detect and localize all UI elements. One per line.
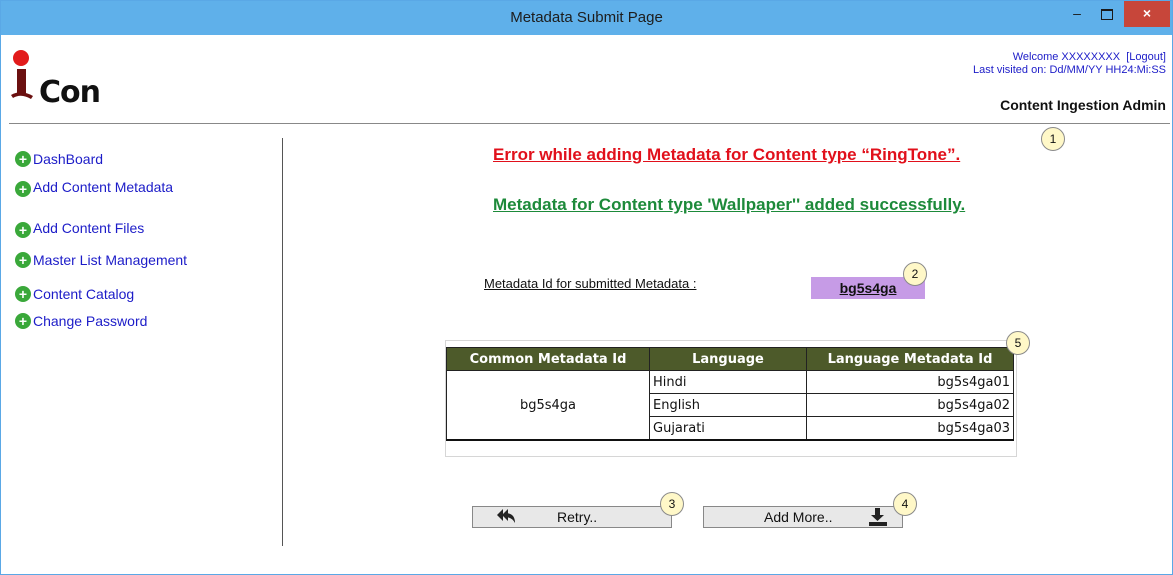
close-icon: ×	[1142, 5, 1152, 21]
retry-button[interactable]: Retry..	[472, 506, 672, 528]
download-icon	[868, 507, 888, 532]
maximize-button[interactable]	[1093, 1, 1121, 27]
plus-circle-icon: +	[15, 151, 31, 167]
success-message: Metadata for Content type 'Wallpaper'' a…	[493, 195, 966, 214]
language-cell: Hindi	[649, 370, 807, 394]
language-cell: Gujarati	[649, 416, 807, 441]
callout-badge: 1	[1041, 127, 1065, 151]
title-bar: Metadata Submit Page – ×	[1, 1, 1172, 35]
page-content: Con Welcome XXXXXXXX [Logout] Last visit…	[9, 35, 1170, 572]
metadata-table: Common Metadata Id Language Language Met…	[446, 347, 1014, 441]
plus-circle-icon: +	[15, 286, 31, 302]
add-more-button[interactable]: Add More..	[703, 506, 903, 528]
logout-link[interactable]: [Logout]	[1126, 51, 1166, 63]
language-cell: English	[649, 393, 807, 417]
callout-badge: 5	[1006, 331, 1030, 355]
plus-circle-icon: +	[15, 313, 31, 329]
maximize-icon	[1101, 8, 1113, 20]
sidebar-item-label: Add Content Metadata	[33, 179, 174, 195]
column-header: Common Metadata Id	[446, 347, 650, 371]
role-title: Content Ingestion Admin	[1000, 97, 1166, 113]
callout-badge: 2	[903, 262, 927, 286]
plus-circle-icon: +	[15, 222, 31, 238]
error-message: Error while adding Metadata for Content …	[493, 145, 961, 164]
column-header: Language Metadata Id	[806, 347, 1014, 371]
sidebar-item-label: Content Catalog	[33, 286, 135, 302]
close-button[interactable]: ×	[1124, 1, 1170, 27]
language-metadata-id-cell: bg5s4ga03	[806, 416, 1014, 441]
welcome-block: Welcome XXXXXXXX [Logout] Last visited o…	[973, 51, 1166, 77]
add-more-button-label: Add More..	[764, 509, 833, 525]
window-title: Metadata Submit Page	[510, 9, 663, 26]
reply-all-icon	[495, 507, 517, 530]
retry-button-label: Retry..	[557, 509, 598, 525]
language-metadata-id-cell: bg5s4ga01	[806, 370, 1014, 394]
language-metadata-id-cell: bg5s4ga02	[806, 393, 1014, 417]
sidebar-item-label: Change Password	[33, 313, 148, 329]
welcome-text: Welcome XXXXXXXX	[1012, 51, 1121, 63]
callout-badge: 4	[893, 492, 917, 516]
app-window: Metadata Submit Page – × Con Welcome XXX…	[0, 0, 1173, 575]
plus-circle-icon: +	[15, 252, 31, 268]
sidebar-item-label: DashBoard	[33, 151, 104, 167]
last-visited-text: Last visited on: Dd/MM/YY HH24:Mi:SS	[973, 64, 1166, 76]
sidebar-item-label: Add Content Files	[33, 220, 145, 236]
table-header-row: Common Metadata Id Language Language Met…	[446, 347, 1014, 371]
logo-text: Con	[39, 75, 101, 110]
callout-badge: 3	[660, 492, 684, 516]
sidebar-item-label: Master List Management	[33, 252, 188, 268]
metadata-id-label: Metadata Id for submitted Metadata :	[484, 276, 697, 291]
minimize-icon: –	[1073, 5, 1081, 21]
common-metadata-id-cell: bg5s4ga	[446, 370, 650, 441]
header-divider	[9, 123, 1170, 124]
table-row: bg5s4ga Hindi bg5s4ga01	[446, 370, 1014, 441]
sidebar: + DashBoard + Add Content Metadata + Add…	[9, 135, 281, 545]
minimize-button[interactable]: –	[1063, 1, 1091, 27]
sidebar-divider	[282, 138, 283, 546]
plus-circle-icon: +	[15, 181, 31, 197]
app-logo: Con	[9, 49, 149, 110]
column-header: Language	[649, 347, 807, 371]
